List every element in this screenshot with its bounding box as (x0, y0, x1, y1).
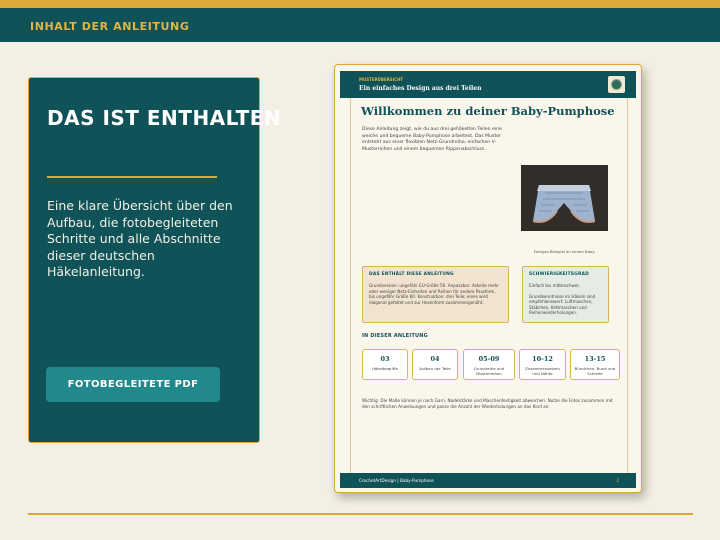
photo-caption: Fertiges Beispiel an einem Baby. (533, 249, 596, 254)
brand-logo-icon (608, 76, 625, 93)
toc-label: Aufbau der Teile (419, 366, 451, 371)
difficulty-box-title: SCHWIERIGKEITSGRAD (529, 272, 589, 277)
document-intro: Diese Anleitung zeigt, wie du aus drei g… (362, 127, 502, 152)
document-margin-line-left (350, 98, 351, 473)
document-kicker: MUSTERÜBERSICHT (359, 77, 404, 82)
document-margin-line-right (627, 98, 628, 473)
contents-box: DAS ENTHÄLT DIESE ANLEITUNG Grundversion… (362, 266, 509, 323)
header-title: INHALT DER ANLEITUNG (30, 20, 190, 33)
pdf-button[interactable]: FOTOBEGLEITETE PDF (46, 367, 220, 402)
toc-page: 13-15 (584, 355, 606, 363)
toc-tile: 04 Aufbau der Teile (412, 349, 458, 380)
header-bar: INHALT DER ANLEITUNG (0, 8, 720, 42)
contents-box-title: DAS ENTHÄLT DIESE ANLEITUNG (369, 272, 454, 277)
toc-page: 10-12 (532, 355, 553, 363)
page-number: 2 (616, 478, 619, 483)
toc-label: Bündchen, Bund und Schleife (574, 366, 616, 376)
toc-tile: 13-15 Bündchen, Bund und Schleife (570, 349, 620, 380)
document-note: Wichtig: Die Maße können je nach Garn, N… (362, 398, 613, 409)
footer-brand: CrochetArtDesign | Baby-Pumphose (359, 478, 434, 483)
contents-box-text: Grundversion: ungefähr EU-Größe 56. Anpa… (369, 283, 499, 305)
top-accent-stripe (0, 0, 720, 8)
difficulty-box: SCHWIERIGKEITSGRAD Einfach bis mittelsch… (522, 266, 609, 323)
toc-label: Grundreihe und Musterreihen (473, 366, 505, 376)
summary-panel: DAS IST ENTHALTEN Eine klare Übersicht ü… (28, 77, 281, 443)
toc-label: Zusammensetzen und Nähte (525, 366, 560, 376)
document-subtitle: Ein einfaches Design aus drei Teilen (359, 85, 482, 92)
document-footer: CrochetArtDesign | Baby-Pumphose 2 (340, 473, 636, 488)
document-header: MUSTERÜBERSICHT Ein einfaches Design aus… (340, 71, 636, 98)
toc-page: 04 (430, 355, 440, 363)
document-title: Willkommen zu deiner Baby-Pumphose (361, 104, 615, 118)
panel-description: Eine klare Übersicht über den Aufbau, di… (47, 198, 233, 279)
baby-pants-photo (521, 165, 608, 231)
toc-tile: 03 Häkelbegriffe (362, 349, 408, 380)
panel-divider (47, 176, 217, 178)
toc-page: 03 (380, 355, 390, 363)
toc-tile: 10-12 Zusammensetzen und Nähte (519, 349, 566, 380)
document-preview: MUSTERÜBERSICHT Ein einfaches Design aus… (334, 64, 642, 493)
section-title: IN DIESER ANLEITUNG (362, 333, 428, 339)
difficulty-requirements: Grundkenntnisse im Häkeln sind empfehlen… (529, 293, 596, 316)
crochet-pants-image-icon (532, 185, 596, 223)
toc-page: 05-09 (478, 355, 500, 363)
toc-tile: 05-09 Grundreihe und Musterreihen (463, 349, 515, 380)
toc-label: Häkelbegriffe (372, 366, 398, 371)
bottom-divider (28, 513, 693, 515)
panel-heading: DAS IST ENTHALTEN (47, 106, 282, 130)
